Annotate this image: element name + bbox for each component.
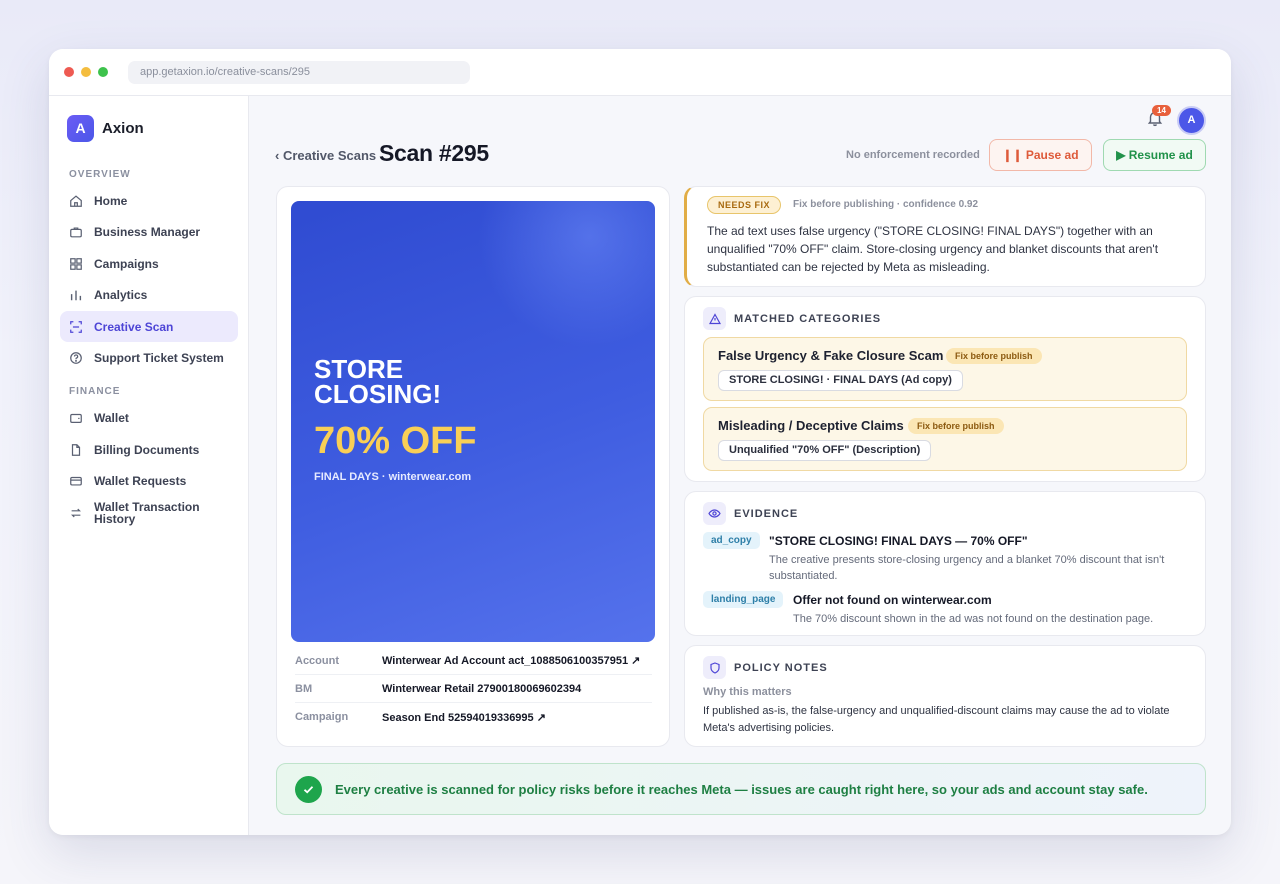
section-heading: POLICY NOTES: [703, 656, 828, 679]
evidence-title: Offer not found on winterwear.com: [793, 593, 992, 607]
matched-categories-card: MATCHED CATEGORIES False Urgency & Fake …: [684, 296, 1206, 482]
sidebar-item-label: Business Manager: [94, 224, 201, 239]
scan-icon: [70, 320, 82, 333]
sidebar-item-campaigns[interactable]: Campaigns: [60, 248, 238, 279]
section-heading-text: MATCHED CATEGORIES: [734, 312, 882, 325]
wallet-icon: [70, 413, 82, 423]
meta-value-campaign-link[interactable]: Season End 52594019336995 ↗: [382, 711, 546, 724]
sidebar-item-label: Campaigns: [94, 256, 159, 271]
browser-chrome: app.getaxion.io/creative-scans/295: [49, 49, 1231, 96]
creative-subline: FINAL DAYS · winterwear.com: [314, 471, 472, 483]
sidebar-item-support-ticket-system[interactable]: Support Ticket System: [60, 342, 238, 373]
main-content: 14 A ‹ Creative Scans Scan #295 No enfor…: [250, 96, 1231, 835]
sidebar-item-label: Wallet Transaction History: [94, 500, 200, 526]
status-badge: NEEDS FIX: [707, 196, 782, 214]
sidebar-item-label: Wallet: [94, 410, 129, 425]
sidebar-item-label: Wallet Requests: [94, 473, 187, 488]
sidebar: A Axion OVERVIEW Home Business Manager C…: [49, 96, 249, 835]
category-title: False Urgency & Fake Closure Scam: [718, 348, 944, 363]
notification-badge: 14: [1152, 105, 1171, 116]
creative-image: STORE CLOSING! 70% OFF FINAL DAYS · wint…: [291, 201, 655, 642]
sidebar-item-creative-scan[interactable]: Creative Scan: [60, 311, 238, 342]
verdict-subtitle: Fix before publishing · confidence 0.92: [793, 199, 979, 210]
briefcase-icon: [70, 226, 82, 237]
evidence-text: The 70% discount shown in the ad was not…: [793, 613, 1154, 625]
brand-logo: A: [67, 115, 94, 142]
creative-offer: 70% OFF: [314, 420, 477, 462]
brand-name: Axion: [102, 120, 144, 137]
meta-key: BM: [295, 682, 313, 695]
minimize-window-button[interactable]: [81, 67, 91, 77]
sidebar-item-label: Analytics: [94, 287, 148, 302]
close-window-button[interactable]: [64, 67, 74, 77]
why-this-matters-label: Why this matters: [703, 686, 792, 698]
sidebar-item-label: Creative Scan: [94, 319, 174, 334]
sidebar-item-wallet-requests[interactable]: Wallet Requests: [60, 465, 238, 496]
evidence-text: The creative presents store-closing urge…: [769, 554, 1165, 582]
evidence-title: "STORE CLOSING! FINAL DAYS — 70% OFF": [769, 534, 1028, 548]
evidence-card: EVIDENCE ad_copy "STORE CLOSING! FINAL D…: [684, 491, 1206, 636]
home-icon: [70, 194, 82, 207]
sidebar-item-wallet[interactable]: Wallet: [60, 402, 238, 433]
maximize-window-button[interactable]: [98, 67, 108, 77]
sidebar-item-home[interactable]: Home: [60, 185, 238, 216]
policy-text: If published as-is, the false-urgency an…: [703, 705, 1170, 734]
category-item: False Urgency & Fake Closure Scam Fix be…: [703, 337, 1187, 401]
sidebar-item-billing-documents[interactable]: Billing Documents: [60, 434, 238, 465]
enforcement-status: No enforcement recorded: [846, 149, 980, 161]
category-tag: STORE CLOSING! · FINAL DAYS (Ad copy): [718, 370, 963, 391]
eye-icon: [703, 502, 726, 525]
creative-preview-card: STORE CLOSING! 70% OFF FINAL DAYS · wint…: [276, 186, 670, 747]
evidence-source-badge: ad_copy: [703, 532, 760, 549]
safety-banner: Every creative is scanned for policy ris…: [276, 763, 1206, 815]
credit-card-icon: [70, 476, 82, 486]
meta-key: Account: [295, 654, 339, 667]
avatar[interactable]: A: [1177, 106, 1206, 135]
sidebar-item-business-manager[interactable]: Business Manager: [60, 216, 238, 247]
sidebar-item-analytics[interactable]: Analytics: [60, 279, 238, 310]
page-title: Scan #295: [379, 140, 489, 166]
verdict-text: The ad text uses false urgency ("STORE C…: [707, 224, 1159, 274]
banner-text: Every creative is scanned for policy ris…: [335, 782, 1148, 797]
evidence-source-badge: landing_page: [703, 591, 784, 608]
bar-chart-icon: [70, 290, 82, 300]
sidebar-item-label: Billing Documents: [94, 442, 200, 457]
verdict-card: NEEDS FIX Fix before publishing · confid…: [684, 186, 1206, 287]
meta-row-bm: BM Winterwear Retail 27900180069602394: [295, 675, 652, 703]
severity-badge: Fix before publish: [908, 418, 1004, 434]
meta-value-account-link[interactable]: Winterwear Ad Account act_10885061003579…: [382, 654, 640, 667]
resume-ad-button[interactable]: ▶ Resume ad: [1103, 139, 1206, 171]
address-bar[interactable]: app.getaxion.io/creative-scans/295: [128, 61, 470, 84]
pause-ad-button[interactable]: ❙❙ Pause ad: [989, 139, 1092, 171]
category-tag: Unqualified "70% OFF" (Description): [718, 440, 932, 461]
meta-key: Campaign: [295, 711, 349, 723]
sidebar-item-label: Support Ticket System: [94, 350, 224, 365]
section-heading-text: POLICY NOTES: [734, 661, 828, 674]
section-label-overview: OVERVIEW: [69, 169, 131, 180]
help-circle-icon: [70, 351, 82, 364]
back-link-creative-scans[interactable]: ‹ Creative Scans: [275, 148, 376, 163]
section-heading: EVIDENCE: [703, 502, 798, 525]
creative-headline: STORE CLOSING!: [314, 354, 442, 409]
meta-value-bm: Winterwear Retail 27900180069602394: [382, 682, 582, 695]
brand[interactable]: A Axion: [67, 115, 144, 142]
section-label-finance: FINANCE: [69, 386, 121, 397]
meta-row-campaign: Campaign Season End 52594019336995 ↗: [295, 703, 652, 731]
browser-window: app.getaxion.io/creative-scans/295 A Axi…: [49, 49, 1231, 835]
section-heading: MATCHED CATEGORIES: [703, 307, 881, 330]
warning-triangle-icon: [703, 307, 726, 330]
check-circle-icon: [295, 776, 322, 803]
section-heading-text: EVIDENCE: [734, 507, 799, 520]
severity-badge: Fix before publish: [946, 348, 1042, 364]
category-title: Misleading / Deceptive Claims: [718, 418, 904, 433]
policy-notes-card: POLICY NOTES Why this matters If publish…: [684, 645, 1206, 747]
grid-icon: [70, 257, 82, 270]
meta-row-account: Account Winterwear Ad Account act_108850…: [295, 647, 652, 675]
transfer-icon: [71, 508, 81, 518]
sidebar-item-wallet-transaction-history[interactable]: Wallet Transaction History: [60, 495, 238, 531]
shield-icon: [703, 656, 726, 679]
document-icon: [71, 443, 81, 456]
category-item: Misleading / Deceptive Claims Fix before…: [703, 407, 1187, 471]
sidebar-item-label: Home: [94, 193, 128, 208]
